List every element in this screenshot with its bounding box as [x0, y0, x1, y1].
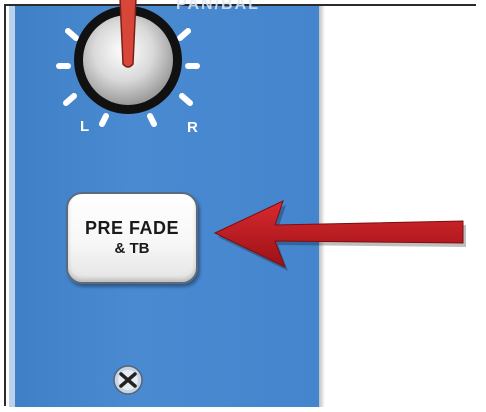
- pan-right-label: R: [187, 119, 198, 136]
- pan-knob-pointer: [119, 0, 137, 68]
- channel-strip-edge: [9, 5, 15, 407]
- screw-icon: [113, 365, 143, 395]
- pre-fade-tb-button[interactable]: PRE FADE & TB: [66, 192, 198, 284]
- talkback-label: & TB: [114, 240, 150, 257]
- left-arrow-icon: [213, 200, 466, 271]
- pan-knob[interactable]: [50, 0, 230, 150]
- pre-fade-label: PRE FADE: [84, 218, 180, 238]
- pan-left-label: L: [80, 118, 90, 135]
- mixer-channel-screenshot: PAN/BAL L R PRE FADE & TB: [0, 0, 486, 412]
